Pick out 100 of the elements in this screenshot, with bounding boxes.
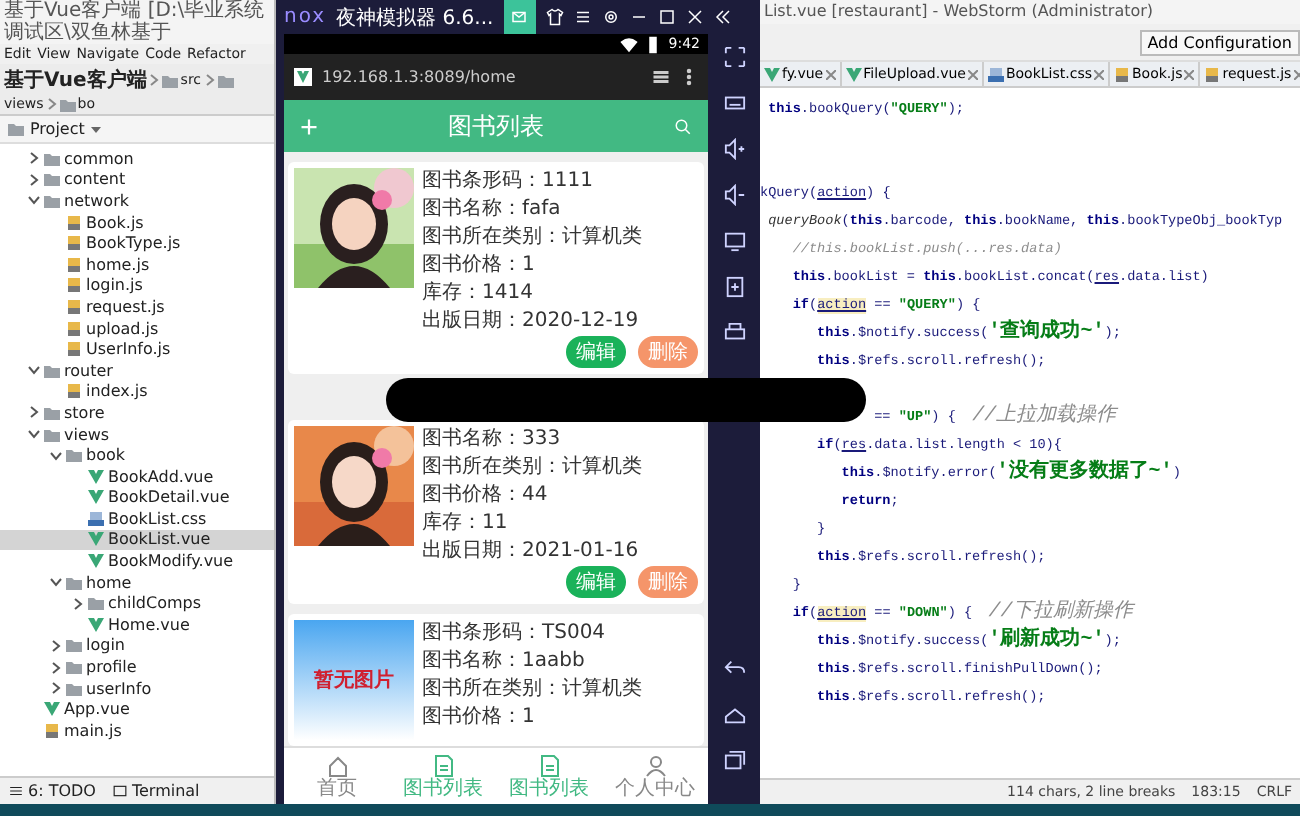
book-field: 图书价格：1	[422, 704, 642, 732]
document-icon	[537, 753, 561, 777]
js-file-icon	[66, 257, 82, 272]
home-icon[interactable]	[723, 704, 745, 726]
tree-item[interactable]: UserInfo.js	[0, 338, 274, 360]
book-field: 图书名称：1aabb	[422, 648, 642, 676]
expanded-chevron-icon[interactable]	[28, 364, 40, 377]
js-file-icon	[66, 321, 82, 336]
tree-item[interactable]: login.js	[0, 275, 274, 297]
book-field: 图书名称：333	[422, 426, 642, 454]
collapse-icon[interactable]	[713, 8, 732, 26]
tree-item[interactable]: book	[0, 444, 274, 466]
shirt-icon[interactable]	[545, 8, 564, 26]
tree-item[interactable]: index.js	[0, 381, 274, 403]
book-field: 出版日期：2020-12-19	[422, 308, 642, 336]
fullscreen-icon[interactable]	[723, 46, 745, 68]
folder-icon	[217, 73, 234, 87]
tree-item[interactable]: BookType.js	[0, 232, 274, 254]
page-title: 图书列表	[448, 109, 544, 143]
wifi-icon	[620, 35, 639, 53]
maximize-icon[interactable]	[657, 8, 676, 26]
expanded-chevron-icon[interactable]	[50, 449, 62, 462]
menu-icon[interactable]	[573, 8, 592, 26]
js-file-icon	[1114, 67, 1130, 81]
book-field: 图书名称：fafa	[422, 196, 642, 224]
book-field: 图书价格：1	[422, 252, 642, 280]
tree-item[interactable]: Home.vue	[0, 614, 274, 636]
tree-item[interactable]: content	[0, 169, 274, 191]
collapsed-chevron-icon[interactable]	[28, 406, 40, 419]
window-button[interactable]	[503, 0, 536, 34]
collapsed-chevron-icon[interactable]	[28, 173, 40, 186]
settings-icon[interactable]	[601, 8, 620, 26]
tree-item[interactable]: App.vue	[0, 698, 274, 721]
tree-item[interactable]: BookList.css	[0, 508, 274, 530]
vue-file-icon	[764, 67, 780, 81]
collapsed-chevron-icon[interactable]	[28, 152, 40, 165]
collapsed-chevron-icon[interactable]	[50, 661, 62, 674]
envelope-icon	[510, 8, 529, 26]
js-file-icon	[1204, 67, 1221, 81]
window-title: List.vue [restaurant] - WebStorm (Administrator)	[760, 0, 1300, 24]
tree-item[interactable]: home.js	[0, 253, 274, 276]
tree-item[interactable]: userInfo	[0, 677, 274, 699]
dropdown-icon[interactable]	[90, 123, 103, 135]
tabs-icon[interactable]	[652, 68, 670, 86]
chevron-icon	[203, 74, 216, 86]
panel-title[interactable]: Project	[30, 120, 85, 138]
breadcrumb-item[interactable]: 基于Vue客户端	[4, 66, 147, 94]
recents-icon[interactable]	[723, 750, 745, 772]
tree-item[interactable]: request.js	[0, 296, 274, 318]
tree-item[interactable]: BookModify.vue	[0, 550, 274, 572]
tree-item[interactable]: store	[0, 402, 274, 424]
terminal-icon[interactable]	[111, 784, 128, 798]
folder-icon	[162, 73, 179, 87]
tree-item[interactable]: Book.js	[0, 211, 274, 233]
collapsed-chevron-icon[interactable]	[50, 682, 62, 695]
tree-item[interactable]: childComps	[0, 592, 274, 615]
monitor-icon[interactable]	[723, 230, 745, 252]
volume-up-icon[interactable]	[723, 138, 745, 160]
tree-item[interactable]: router	[0, 359, 274, 382]
book-field: 图书所在类别：计算机类	[422, 224, 642, 252]
add-configuration-button[interactable]: Add Configuration	[1139, 29, 1300, 55]
tool-window-button[interactable]: Terminal	[111, 782, 200, 800]
home-icon	[325, 753, 349, 777]
add-file-icon[interactable]	[723, 276, 745, 298]
tree-item[interactable]: main.js	[0, 720, 274, 742]
tool-window-button[interactable]: 6: TODO	[8, 782, 96, 800]
window-title: 夜神模拟器 6.6...	[336, 5, 494, 31]
vue-file-icon	[845, 67, 862, 81]
tree-item[interactable]: BookDetail.vue	[0, 487, 274, 509]
js-file-icon	[66, 299, 82, 314]
list-icon[interactable]	[8, 784, 24, 798]
vue-logo-icon	[294, 68, 312, 86]
tree-item[interactable]: upload.js	[0, 317, 274, 339]
tree-item[interactable]: network	[0, 190, 274, 212]
tree-item[interactable]: views	[0, 423, 274, 445]
tree-item[interactable]: common	[0, 148, 274, 170]
collapsed-chevron-icon[interactable]	[72, 597, 84, 610]
nav-tab[interactable]: 个人中心	[602, 748, 708, 804]
css-file-icon	[987, 67, 1004, 81]
book-field: 图书条形码：TS004	[422, 620, 642, 648]
tree-item[interactable]: login	[0, 635, 274, 657]
tree-item[interactable]: BookList.vue	[0, 529, 274, 551]
book-field: 库存：11	[422, 510, 642, 538]
logo: nox	[284, 6, 327, 28]
tree-item[interactable]: BookAdd.vue	[0, 465, 274, 487]
printer-icon[interactable]	[723, 322, 745, 344]
tree-item[interactable]: profile	[0, 656, 274, 678]
nav-tab[interactable]: 首页	[284, 748, 390, 804]
chevron-icon	[45, 98, 58, 110]
book-field: 图书条形码：1111	[422, 168, 642, 196]
book-field: 图书价格：44	[422, 482, 642, 510]
expanded-chevron-icon[interactable]	[50, 576, 62, 589]
js-file-icon	[66, 215, 82, 230]
tree-item[interactable]: home	[0, 571, 274, 593]
css-file-icon	[88, 511, 104, 526]
expanded-chevron-icon[interactable]	[28, 194, 40, 207]
keyboard-icon[interactable]	[723, 92, 745, 114]
collapsed-chevron-icon[interactable]	[50, 639, 62, 652]
volume-down-icon[interactable]	[723, 184, 745, 206]
expanded-chevron-icon[interactable]	[28, 428, 40, 441]
